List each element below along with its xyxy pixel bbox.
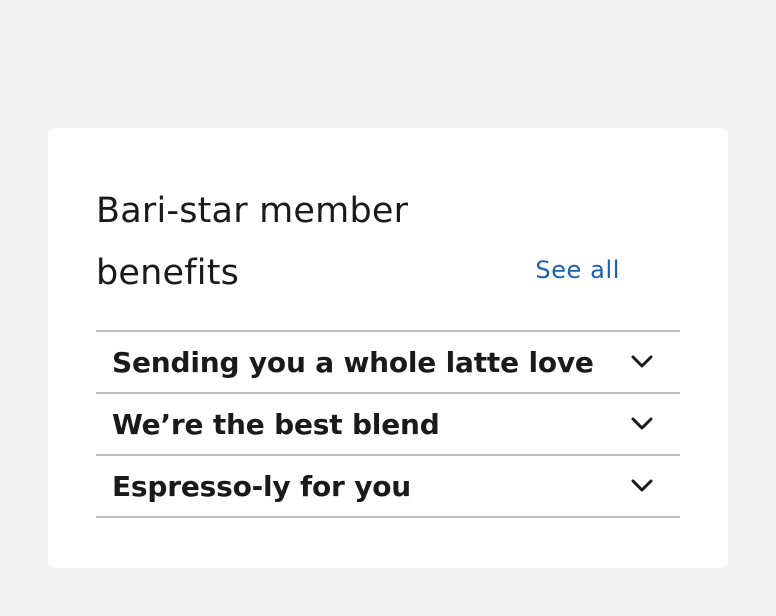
chevron-down-icon[interactable] <box>630 412 654 436</box>
benefits-accordion: Sending you a whole latte love We’re the… <box>96 330 680 518</box>
card-header: Bari-star member benefits See all <box>96 180 680 293</box>
accordion-item-label: Espresso-ly for you <box>112 469 412 503</box>
chevron-down-icon[interactable] <box>630 474 654 498</box>
benefits-card: Bari-star member benefits See all Sendin… <box>48 128 728 568</box>
accordion-item-latte-love[interactable]: Sending you a whole latte love <box>96 332 680 394</box>
chevron-down-icon[interactable] <box>630 350 654 374</box>
accordion-item-best-blend[interactable]: We’re the best blend <box>96 394 680 456</box>
accordion-item-label: Sending you a whole latte love <box>112 345 594 379</box>
accordion-item-label: We’re the best blend <box>112 407 440 441</box>
accordion-item-espresso-ly[interactable]: Espresso-ly for you <box>96 456 680 518</box>
card-title: Bari-star member benefits <box>96 191 409 293</box>
see-all-link[interactable]: See all <box>535 256 620 284</box>
